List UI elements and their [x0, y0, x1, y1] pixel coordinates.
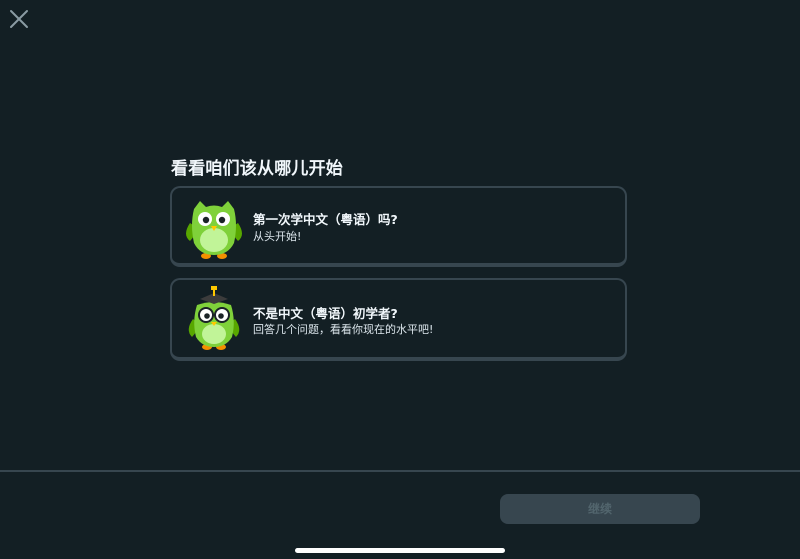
owl-mascot-icon	[186, 201, 242, 259]
page-title: 看看咱们该从哪儿开始	[171, 159, 343, 179]
placement-screen: 看看咱们该从哪儿开始 第一次学中文（粤语）吗? 从头开始! 不是中文（粤语）初学…	[0, 0, 800, 559]
option-start-from-scratch[interactable]: 第一次学中文（粤语）吗? 从头开始!	[170, 186, 627, 267]
option-title: 第一次学中文（粤语）吗?	[253, 212, 398, 227]
option-subtitle: 回答几个问题，看看你现在的水平吧!	[253, 323, 434, 336]
option-subtitle: 从头开始!	[253, 230, 302, 243]
close-icon	[10, 10, 28, 28]
continue-button[interactable]: 继续	[500, 494, 700, 524]
home-indicator[interactable]	[295, 548, 505, 553]
option-placement-test[interactable]: 不是中文（粤语）初学者? 回答几个问题，看看你现在的水平吧!	[170, 278, 627, 361]
owl-graduate-mascot-icon	[188, 286, 240, 350]
footer-divider	[0, 470, 800, 472]
close-button[interactable]	[8, 8, 30, 30]
option-title: 不是中文（粤语）初学者?	[253, 306, 398, 321]
